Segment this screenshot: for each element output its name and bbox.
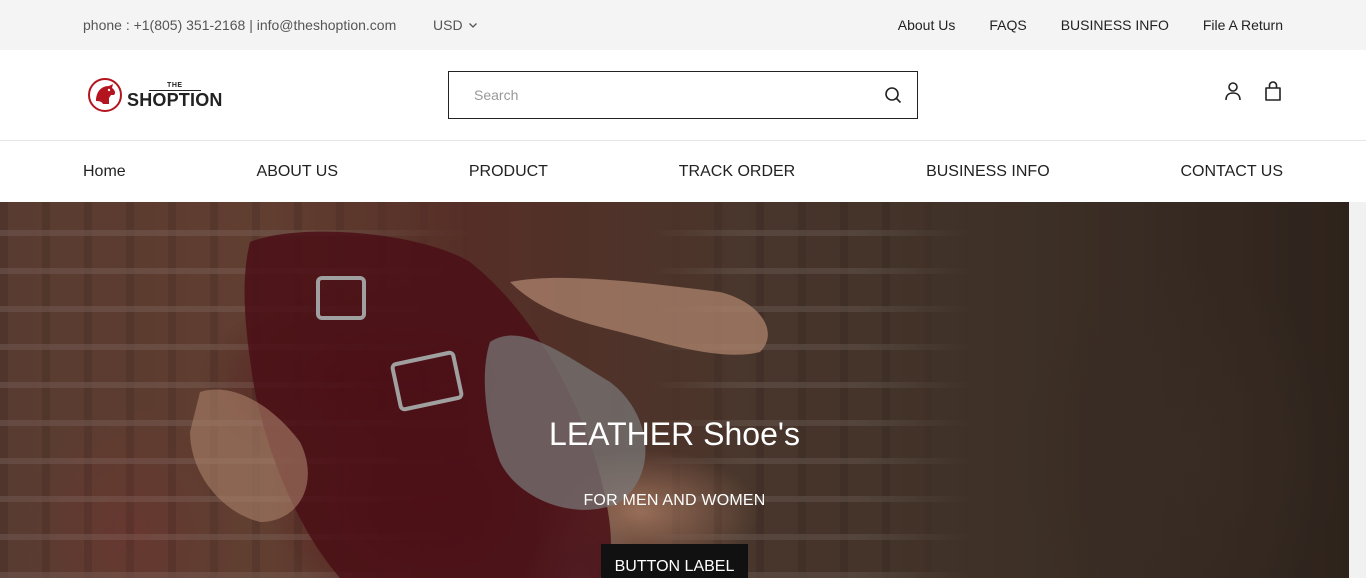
user-icon	[1225, 82, 1241, 101]
top-link-about-us[interactable]: About Us	[898, 17, 956, 33]
nav-item-contact-us[interactable]: CONTACT US	[1180, 163, 1283, 181]
search-icon	[885, 87, 902, 104]
hero-title: LEATHER Shoe's	[549, 416, 800, 452]
hero-subtitle: FOR MEN AND WOMEN	[583, 492, 766, 509]
nav-item-business-info[interactable]: BUSINESS INFO	[926, 163, 1050, 181]
shopping-bag-icon	[1265, 81, 1281, 101]
contact-info: phone : +1(805) 351-2168 | info@theshopt…	[83, 17, 397, 33]
top-link-file-a-return[interactable]: File A Return	[1203, 17, 1283, 33]
top-link-business-info[interactable]: BUSINESS INFO	[1061, 17, 1169, 33]
nav-item-track-order[interactable]: TRACK ORDER	[679, 163, 795, 181]
logo-wordmark: THE SHOPTION	[127, 82, 223, 109]
site-header: THE SHOPTION	[0, 50, 1366, 141]
search-input[interactable]	[449, 72, 869, 118]
search-button[interactable]	[869, 72, 917, 118]
header-actions	[1223, 80, 1283, 102]
search-bar	[448, 71, 918, 119]
currency-selector[interactable]: USD	[433, 17, 478, 33]
top-link-faqs[interactable]: FAQS	[989, 17, 1026, 33]
page-scrollbar[interactable]	[1349, 202, 1366, 578]
hero-banner: LEATHER Shoe's FOR MEN AND WOMEN BUTTON …	[0, 202, 1349, 578]
site-logo[interactable]: THE SHOPTION	[87, 77, 223, 113]
top-bar: phone : +1(805) 351-2168 | info@theshopt…	[0, 0, 1366, 50]
hero-content: LEATHER Shoe's FOR MEN AND WOMEN BUTTON …	[0, 202, 1349, 578]
chevron-down-icon	[468, 23, 477, 28]
account-button[interactable]	[1223, 80, 1243, 102]
main-nav: Home ABOUT US PRODUCT TRACK ORDER BUSINE…	[0, 141, 1366, 202]
nav-item-about-us[interactable]: ABOUT US	[257, 163, 339, 181]
nav-item-product[interactable]: PRODUCT	[469, 163, 548, 181]
top-links: About Us FAQS BUSINESS INFO File A Retur…	[898, 17, 1283, 33]
hero-cta-button[interactable]: BUTTON LABEL	[601, 544, 748, 578]
logo-big-text: SHOPTION	[127, 89, 223, 110]
currency-label: USD	[433, 17, 463, 33]
nav-item-home[interactable]: Home	[83, 163, 126, 181]
horse-head-logo-icon	[88, 78, 122, 112]
cart-button[interactable]	[1263, 80, 1283, 102]
